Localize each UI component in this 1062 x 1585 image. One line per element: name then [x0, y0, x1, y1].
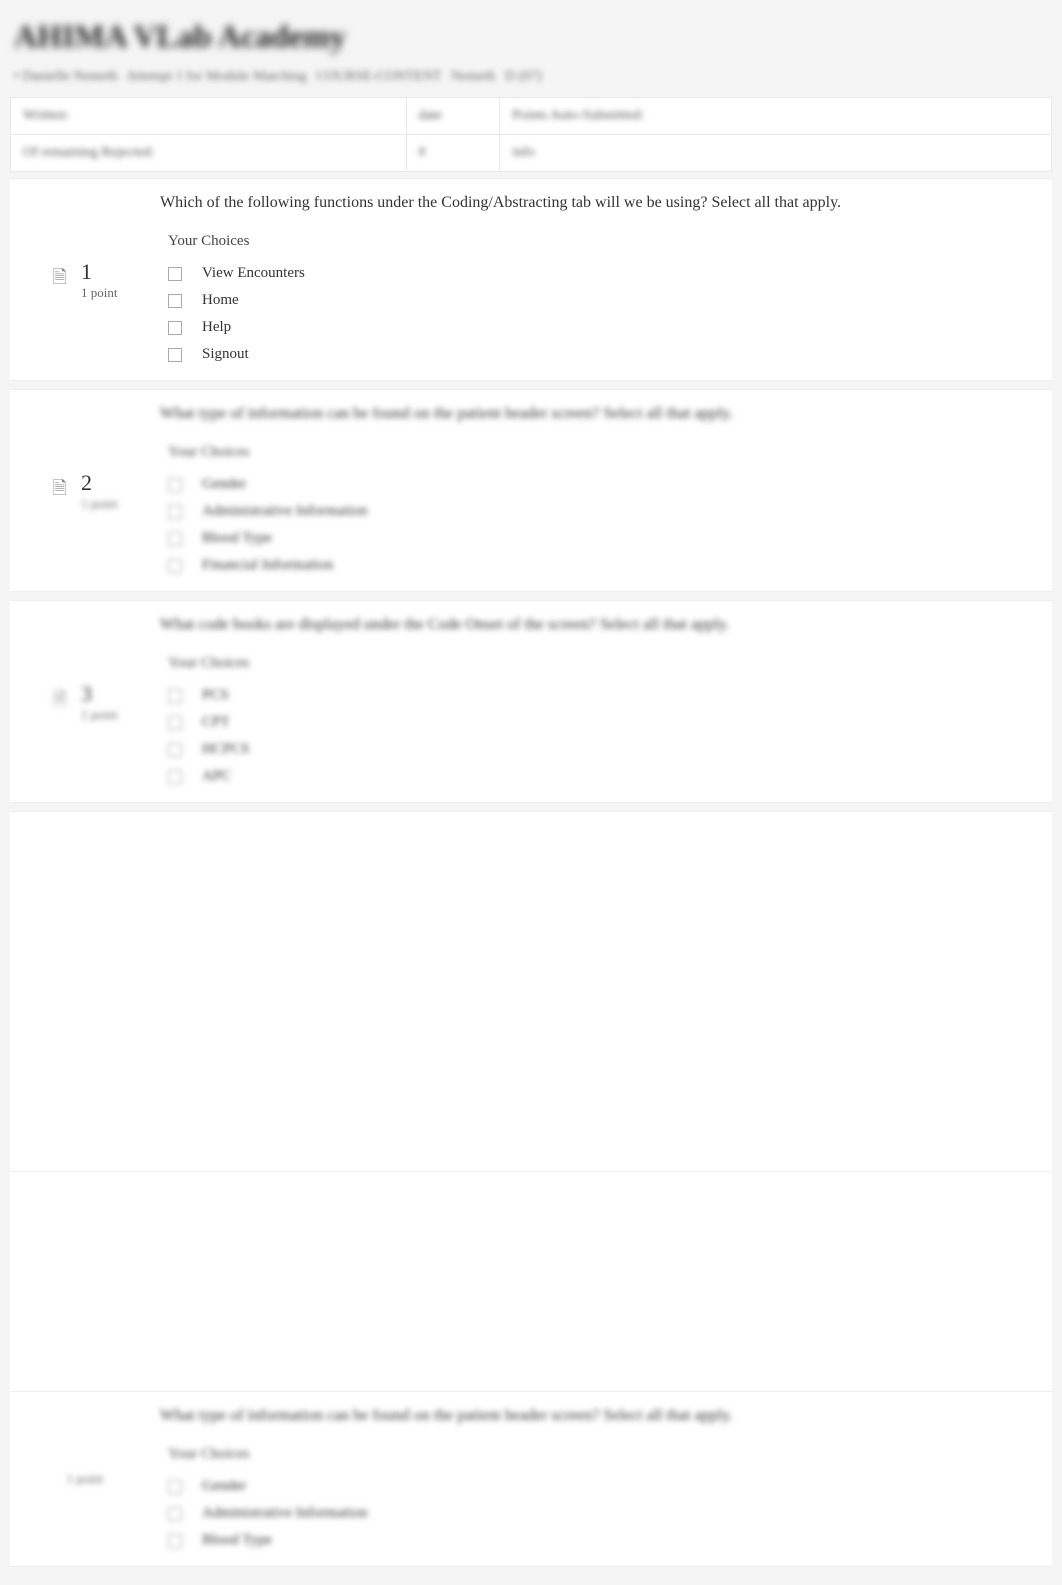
question-points: 1 point [81, 285, 117, 301]
choice-text: Home [202, 292, 239, 309]
checkbox-icon[interactable] [168, 321, 182, 335]
question-icon: 🗎 [53, 476, 67, 506]
attempt-info-table: Written: date Points Auto-Submitted: Of … [10, 97, 1052, 172]
info-cell: Written: [11, 98, 407, 135]
choices-label: Your Choices [160, 655, 1032, 672]
choice-text: Gender [202, 1478, 246, 1495]
question-side: 1 point [10, 1404, 160, 1554]
question-body: What type of information can be found on… [160, 402, 1052, 579]
blank-region [10, 1171, 1052, 1391]
question-block-repeat: 1 point What type of information can be … [10, 1391, 1052, 1567]
question-points: 1 point [81, 707, 117, 723]
checkbox-icon[interactable] [168, 1534, 182, 1548]
choice-row[interactable]: Signout [160, 341, 1032, 368]
choice-text: Blood Type [202, 530, 272, 547]
question-text: What type of information can be found on… [160, 402, 1032, 426]
checkbox-icon[interactable] [168, 478, 182, 492]
choice-text: APC [202, 768, 231, 785]
checkbox-icon[interactable] [168, 505, 182, 519]
choice-text: Gender [202, 476, 246, 493]
choice-text: HCPCS [202, 741, 250, 758]
question-block-1: 🗎 1 1 point Which of the following funct… [10, 178, 1052, 381]
choice-row[interactable]: Financial Information [160, 552, 1032, 579]
checkbox-icon[interactable] [168, 532, 182, 546]
question-body: Which of the following functions under t… [160, 191, 1052, 368]
choice-row[interactable]: Home [160, 287, 1032, 314]
breadcrumb-part: • Danielle Nemeth [14, 69, 118, 84]
question-text: What type of information can be found on… [160, 1404, 1032, 1428]
checkbox-icon[interactable] [168, 1480, 182, 1494]
checkbox-icon[interactable] [168, 743, 182, 757]
blank-region [10, 811, 1052, 1171]
choice-row[interactable]: PCS [160, 682, 1032, 709]
checkbox-icon[interactable] [168, 348, 182, 362]
question-number: 3 [81, 681, 117, 707]
choices-label: Your Choices [160, 444, 1032, 461]
checkbox-icon[interactable] [168, 716, 182, 730]
question-number: 2 [81, 470, 117, 496]
choices-label: Your Choices [160, 233, 1032, 250]
info-cell: date [406, 98, 500, 135]
table-row: Of remaining Rejected: # info [11, 135, 1052, 172]
question-side: 🗎 3 1 point [10, 613, 160, 790]
question-number: 1 [81, 259, 117, 285]
breadcrumb-part: Nemeth [451, 69, 495, 84]
checkbox-icon[interactable] [168, 267, 182, 281]
info-cell: info [500, 135, 1052, 172]
question-block-3: 🗎 3 1 point What code books are displaye… [10, 600, 1052, 803]
choice-row[interactable]: Administrative Information [160, 1500, 1032, 1527]
breadcrumb-part: D (07) [505, 69, 542, 84]
choice-text: Financial Information [202, 557, 333, 574]
choice-row[interactable]: APC [160, 763, 1032, 790]
checkbox-icon[interactable] [168, 1507, 182, 1521]
question-side: 🗎 1 1 point [10, 191, 160, 368]
page-title: AHIMA VLab Academy [10, 10, 1052, 63]
question-body: What type of information can be found on… [160, 1404, 1052, 1554]
checkbox-icon[interactable] [168, 770, 182, 784]
question-side: 🗎 2 1 point [10, 402, 160, 579]
choice-row[interactable]: Gender [160, 471, 1032, 498]
question-text: What code books are displayed under the … [160, 613, 1032, 637]
choice-text: Administrative Information [202, 503, 367, 520]
table-row: Written: date Points Auto-Submitted: [11, 98, 1052, 135]
choice-row[interactable]: CPT [160, 709, 1032, 736]
choice-text: CPT [202, 714, 230, 731]
question-text: Which of the following functions under t… [160, 191, 1032, 215]
choice-row[interactable]: Blood Type [160, 525, 1032, 552]
choice-row[interactable]: Help [160, 314, 1032, 341]
question-body: What code books are displayed under the … [160, 613, 1052, 790]
checkbox-icon[interactable] [168, 294, 182, 308]
choice-row[interactable]: HCPCS [160, 736, 1032, 763]
info-cell: Points Auto-Submitted: [500, 98, 1052, 135]
choice-row[interactable]: Gender [160, 1473, 1032, 1500]
checkbox-icon[interactable] [168, 559, 182, 573]
choice-text: Help [202, 319, 231, 336]
question-icon: 🗎 [53, 687, 67, 717]
choice-text: Administrative Information [202, 1505, 367, 1522]
info-cell: # [406, 135, 500, 172]
choice-text: PCS [202, 687, 229, 704]
question-icon: 🗎 [53, 265, 67, 295]
choices-label: Your Choices [160, 1446, 1032, 1463]
info-cell: Of remaining Rejected: [11, 135, 407, 172]
choice-text: View Encounters [202, 265, 305, 282]
choice-row[interactable]: View Encounters [160, 260, 1032, 287]
breadcrumb: • Danielle Nemeth Attempt 1 for Module M… [10, 63, 1052, 97]
checkbox-icon[interactable] [168, 689, 182, 703]
choice-text: Signout [202, 346, 249, 363]
question-points: 1 point [67, 1471, 103, 1487]
question-block-2: 🗎 2 1 point What type of information can… [10, 389, 1052, 592]
breadcrumb-part: Attempt 1 for Module Matching [126, 69, 306, 84]
choice-text: Blood Type [202, 1532, 272, 1549]
choice-row[interactable]: Blood Type [160, 1527, 1032, 1554]
choice-row[interactable]: Administrative Information [160, 498, 1032, 525]
breadcrumb-part: COURSE-CONTENT [316, 69, 441, 84]
question-points: 1 point [81, 496, 117, 512]
